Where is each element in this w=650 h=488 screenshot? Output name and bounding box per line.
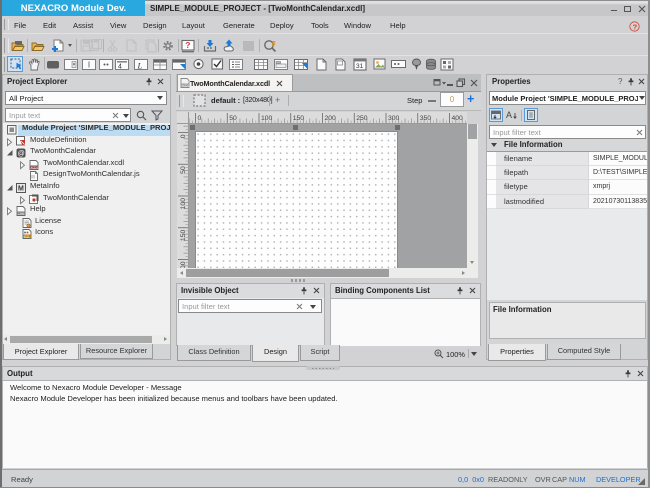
- svg-text:0: 0: [180, 134, 187, 138]
- svg-text:50: 50: [180, 166, 187, 174]
- svg-text:400: 400: [452, 115, 464, 122]
- svg-text:200: 200: [180, 261, 187, 268]
- svg-text:CHM: CHM: [18, 211, 25, 215]
- svg-text:300: 300: [388, 115, 400, 122]
- svg-text:50: 50: [229, 115, 237, 122]
- svg-text:150: 150: [180, 230, 187, 242]
- svg-text:100: 100: [180, 198, 187, 210]
- svg-text:250: 250: [356, 115, 368, 122]
- svg-text:?: ?: [633, 22, 638, 31]
- svg-text:L: L: [137, 61, 143, 71]
- svg-text:XCDL: XCDL: [30, 165, 38, 169]
- svg-text:0: 0: [198, 115, 202, 122]
- svg-text:4: 4: [118, 64, 122, 71]
- svg-text:350: 350: [420, 115, 432, 122]
- svg-text:M: M: [18, 185, 24, 192]
- svg-text:200: 200: [325, 115, 337, 122]
- svg-text:ICO: ICO: [24, 234, 30, 238]
- svg-text:?: ?: [185, 40, 190, 50]
- svg-text:XCDL: XCDL: [181, 83, 189, 87]
- svg-text:A: A: [506, 110, 512, 120]
- svg-text:150: 150: [293, 115, 305, 122]
- svg-text:31: 31: [356, 63, 364, 70]
- svg-text:100: 100: [261, 115, 273, 122]
- svg-text:@: @: [18, 150, 25, 157]
